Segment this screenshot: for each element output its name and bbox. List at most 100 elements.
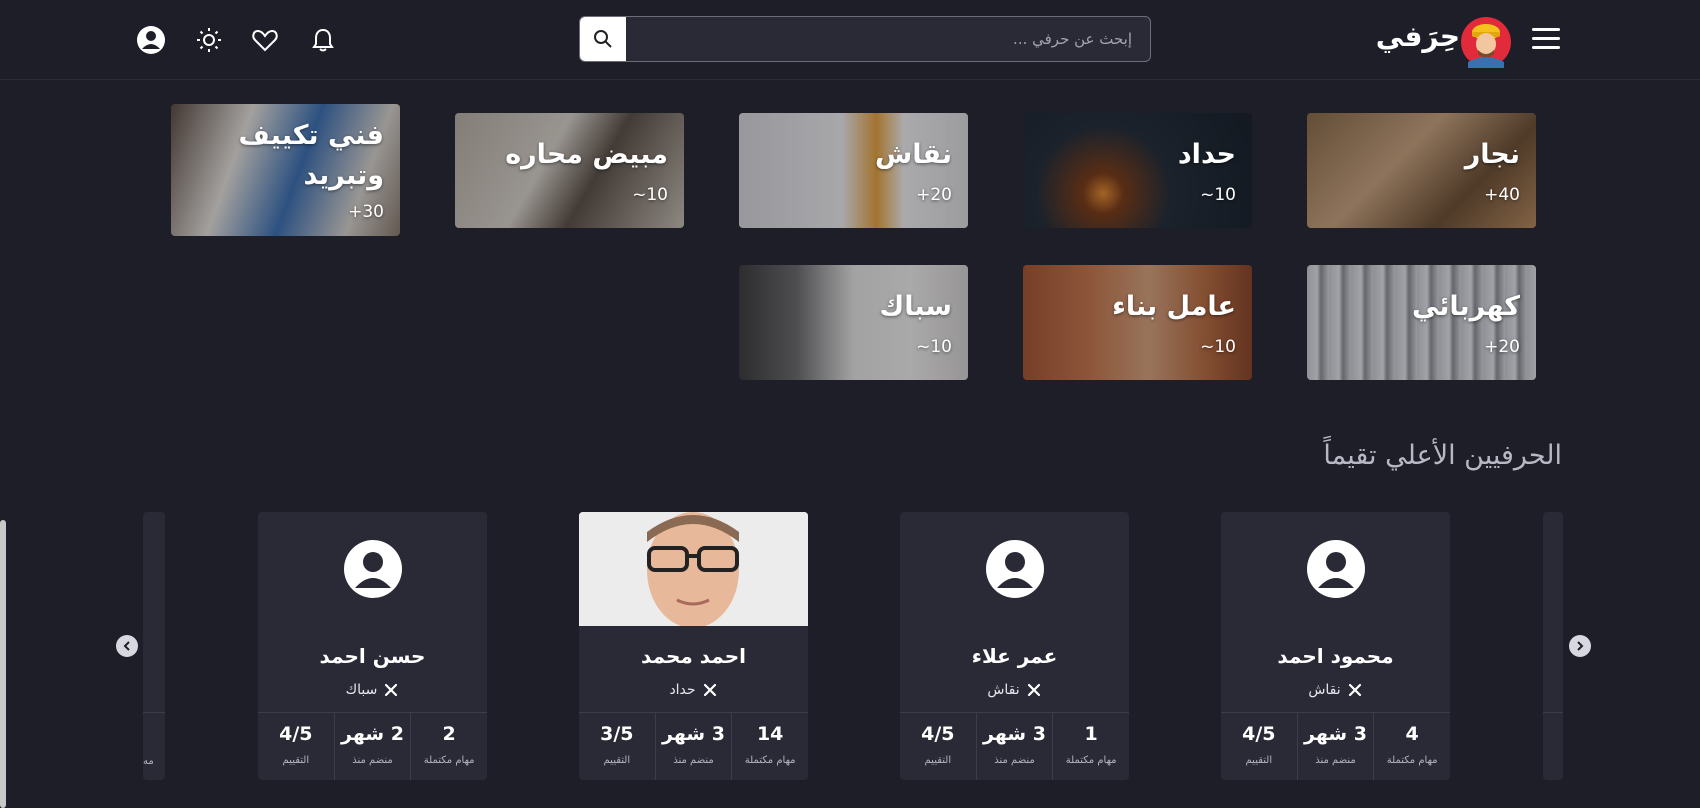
- tasks-label: مهام مكتملة: [423, 755, 475, 766]
- tasks-value: 14: [756, 723, 784, 745]
- joined-label: منضم منذ: [673, 755, 714, 766]
- category-count: +40: [1484, 185, 1520, 205]
- category-title: حداد: [1177, 139, 1236, 170]
- user-avatar-icon: [343, 540, 402, 598]
- category-title: سباك: [879, 291, 952, 322]
- joined-value: 3 شهر: [662, 723, 725, 745]
- user-avatar-icon: [1306, 540, 1365, 598]
- rating-label: التقييم: [924, 755, 952, 766]
- top-header: حِرَفي: [0, 0, 1700, 80]
- joined-label: منضم منذ: [1315, 755, 1356, 766]
- rating-label: التقييم: [282, 755, 310, 766]
- carousel-prev-button[interactable]: [116, 635, 138, 657]
- craftsman-card[interactable]: عمر علاء نقاش 1 مهام مكتملة 3 شهر منضم منذ…: [900, 512, 1129, 780]
- craftsman-trade: حداد: [579, 682, 808, 698]
- trade-label: حداد: [669, 682, 696, 698]
- user-avatar-icon: [985, 540, 1044, 598]
- category-count: +30: [348, 202, 384, 222]
- category-title: نجار: [1464, 139, 1520, 170]
- tasks-label: مهام مكتملة: [1065, 755, 1117, 766]
- page-scrollbar[interactable]: [0, 520, 6, 808]
- craftsman-stats: 4 مهام مكتملة 3 شهر منضم منذ 4/5 التقييم: [1221, 712, 1450, 780]
- tasks-label: مهام مكتملة: [1386, 755, 1438, 766]
- craftsman-name: احمد محمد: [641, 644, 746, 668]
- heart-icon[interactable]: [249, 24, 281, 56]
- craftsman-name: عمر علاء: [971, 644, 1058, 668]
- avatar: [258, 512, 487, 626]
- craftsman-name: محمود احمد: [1277, 644, 1394, 668]
- category-count: ~10: [632, 185, 668, 205]
- user-icon[interactable]: [135, 24, 167, 56]
- section-title-top-rated: الحرفيين الأعلي تقيماً: [1323, 440, 1562, 471]
- chevron-right-icon: [1577, 641, 1584, 651]
- trade-label: نقاش: [1308, 682, 1341, 698]
- bell-icon[interactable]: [307, 24, 339, 56]
- craftsman-trade: نقاش: [1221, 682, 1450, 698]
- category-count: +20: [1484, 337, 1520, 357]
- search-button[interactable]: [580, 17, 626, 61]
- joined-value: 3 شهر: [983, 723, 1046, 745]
- search-icon: [594, 30, 612, 48]
- rating-value: 4/5: [279, 723, 313, 745]
- category-title: عامل بناء: [1112, 291, 1236, 322]
- craftsman-trade: نقاش: [900, 682, 1129, 698]
- category-count: +20: [916, 185, 952, 205]
- tasks-value: 2: [442, 723, 456, 745]
- craftsman-card[interactable]: محمود احمد نقاش 4 مهام مكتملة 3 شهر منضم م…: [1221, 512, 1450, 780]
- search-bar: [579, 16, 1151, 62]
- search-input[interactable]: [626, 17, 1150, 61]
- carousel-next-button[interactable]: [1569, 635, 1591, 657]
- sun-icon[interactable]: [193, 24, 225, 56]
- avatar: [900, 512, 1129, 626]
- category-card-painter[interactable]: نقاش +20: [739, 113, 968, 228]
- category-count: ~10: [916, 337, 952, 357]
- joined-value: 3 شهر: [1304, 723, 1367, 745]
- category-card-builder[interactable]: عامل بناء ~10: [1023, 265, 1252, 380]
- logo-icon[interactable]: [1460, 12, 1512, 68]
- joined-label: منضم منذ: [994, 755, 1035, 766]
- category-card-electrician[interactable]: كهربائي +20: [1307, 265, 1536, 380]
- category-card-ac-technician[interactable]: فني تكييف وتبريد +30: [171, 104, 400, 236]
- category-title: نقاش: [875, 139, 952, 170]
- craftsman-trade: سباك: [258, 682, 487, 698]
- tasks-value: 4: [1405, 723, 1419, 745]
- tools-icon: [1348, 683, 1361, 697]
- craftsman-stats: 14 مهام مكتملة 3 شهر منضم منذ 3/5 التقييم: [579, 712, 808, 780]
- tasks-label: مهام مكتملة: [744, 755, 796, 766]
- category-title: كهربائي: [1411, 291, 1520, 322]
- trade-label: نقاش: [987, 682, 1020, 698]
- joined-label: منضم منذ: [352, 755, 393, 766]
- craftsman-card-partial[interactable]: [1543, 512, 1563, 780]
- category-card-blacksmith[interactable]: حداد ~10: [1023, 113, 1252, 228]
- tools-icon: [703, 683, 716, 697]
- trade-label: سباك: [345, 682, 378, 698]
- rating-value: 3/5: [600, 723, 634, 745]
- craftsman-stats: 1 مهام مكتملة 3 شهر منضم منذ 4/5 التقييم: [900, 712, 1129, 780]
- rating-value: 4/5: [1242, 723, 1276, 745]
- avatar: [579, 512, 808, 626]
- craftsman-stats: 2 مهام مكتملة 2 شهر منضم منذ 4/5 التقييم: [258, 712, 487, 780]
- craftsman-card-partial[interactable]: مه: [143, 512, 165, 780]
- tasks-value: 1: [1084, 723, 1098, 745]
- craftsman-card[interactable]: حسن احمد سباك 2 مهام مكتملة 2 شهر منضم منذ…: [258, 512, 487, 780]
- category-card-plasterer[interactable]: مبيض محاره ~10: [455, 113, 684, 228]
- joined-value: 2 شهر: [341, 723, 404, 745]
- avatar: [1221, 512, 1450, 626]
- rating-label: التقييم: [603, 755, 631, 766]
- category-count: ~10: [1200, 337, 1236, 357]
- tools-icon: [385, 683, 398, 697]
- category-card-carpenter[interactable]: نجار +40: [1307, 113, 1536, 228]
- menu-icon[interactable]: [1532, 28, 1560, 50]
- tools-icon: [1027, 683, 1040, 697]
- category-count: ~10: [1200, 185, 1236, 205]
- craftsman-name: حسن احمد: [319, 644, 426, 668]
- craftsman-card[interactable]: احمد محمد حداد 14 مهام مكتملة 3 شهر منضم م…: [579, 512, 808, 780]
- logo-text[interactable]: حِرَفي: [1376, 20, 1460, 53]
- profile-photo: [579, 512, 808, 626]
- category-title: مبيض محاره: [505, 139, 668, 170]
- category-card-plumber[interactable]: سباك ~10: [739, 265, 968, 380]
- rating-label: التقييم: [1245, 755, 1273, 766]
- category-title: فني تكييف وتبريد: [238, 120, 384, 191]
- rating-value: 4/5: [921, 723, 955, 745]
- partial-stat-label: مه: [143, 756, 154, 767]
